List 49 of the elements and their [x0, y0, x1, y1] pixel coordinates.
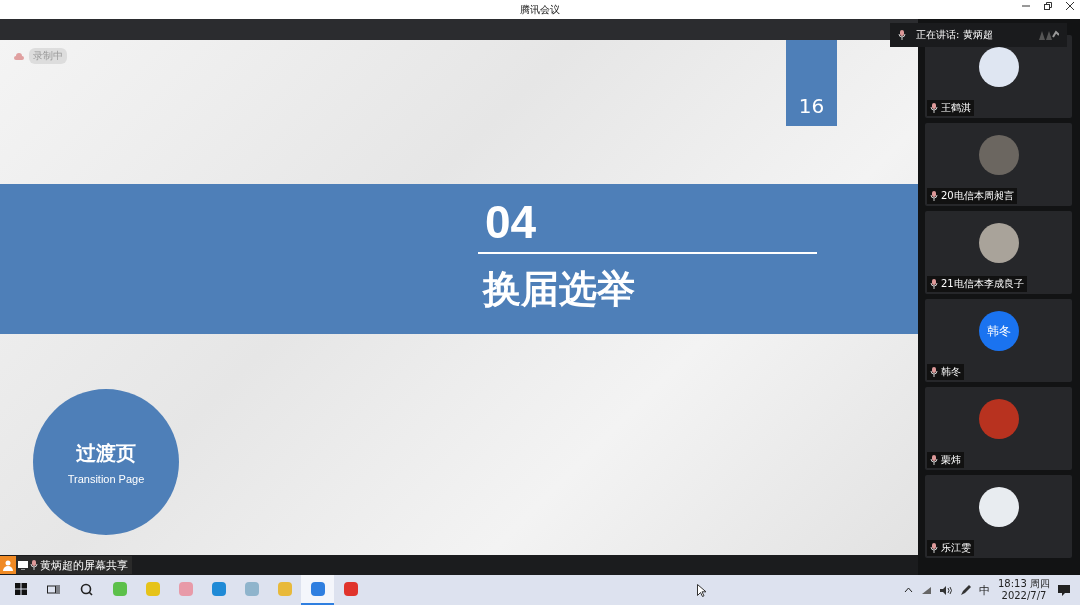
speaker-icon[interactable] [940, 585, 952, 595]
participant-name: 21电信本李成良子 [941, 277, 1024, 291]
participant-name: 乐江雯 [941, 541, 971, 555]
screen-share-label: 黄炳超的屏幕共享 [40, 557, 128, 573]
badge-title: 过渡页 [76, 439, 136, 467]
person-icon [0, 556, 16, 574]
page-number: 16 [786, 40, 837, 126]
close-icon[interactable] [1066, 2, 1074, 10]
microphone-icon [930, 103, 938, 113]
initials-avatar: 韩冬 [978, 311, 1019, 351]
participant-tile[interactable]: 栗炜 [925, 387, 1072, 470]
microphone-icon [930, 543, 938, 553]
participant-name: 20电信本周昶言 [941, 189, 1014, 203]
section-title: 换届选举 [483, 266, 636, 313]
microphone-icon [930, 279, 938, 289]
app-icon[interactable] [309, 581, 326, 597]
participant-name: 栗炜 [941, 453, 961, 467]
microphone-icon [898, 30, 906, 40]
app-icon[interactable] [210, 581, 227, 597]
pen-icon[interactable] [960, 584, 971, 596]
clock[interactable]: 18:13 周四 2022/7/7 [998, 578, 1050, 602]
minimize-icon[interactable] [1022, 2, 1030, 10]
window-title: 腾讯会议 [520, 2, 560, 17]
participant-tile[interactable]: 乐江雯 [925, 475, 1072, 558]
chevron-up-icon[interactable] [904, 587, 913, 593]
microphone-icon [30, 560, 38, 570]
participant-tile[interactable]: 韩冬 韩冬 [925, 299, 1072, 382]
clock-date: 2022/7/7 [1001, 590, 1047, 602]
input-method-indicator[interactable]: 中 [979, 582, 990, 598]
section-number: 04 [485, 196, 538, 248]
wifi-icon[interactable] [921, 585, 932, 595]
participant-name: 王鹤淇 [941, 101, 971, 115]
search-icon[interactable] [80, 582, 93, 596]
monitor-icon [18, 560, 28, 570]
clock-time: 18:13 周四 [998, 578, 1050, 590]
app-icon[interactable] [342, 581, 359, 597]
task-view-icon[interactable] [47, 583, 60, 595]
participant-name: 韩冬 [941, 365, 961, 379]
mouse-cursor-icon [697, 583, 706, 597]
participant-tile[interactable]: 20电信本周昶言 [925, 123, 1072, 206]
restore-icon[interactable] [1044, 2, 1052, 10]
badge-subtitle: Transition Page [67, 472, 145, 485]
notification-icon[interactable] [1058, 584, 1070, 596]
microphone-icon [930, 367, 938, 377]
participant-tile[interactable]: 21电信本李成良子 [925, 211, 1072, 294]
microphone-icon [930, 191, 938, 201]
microphone-icon [930, 455, 938, 465]
windows-logo-icon[interactable] [14, 583, 27, 595]
cloud-icon [14, 52, 24, 60]
